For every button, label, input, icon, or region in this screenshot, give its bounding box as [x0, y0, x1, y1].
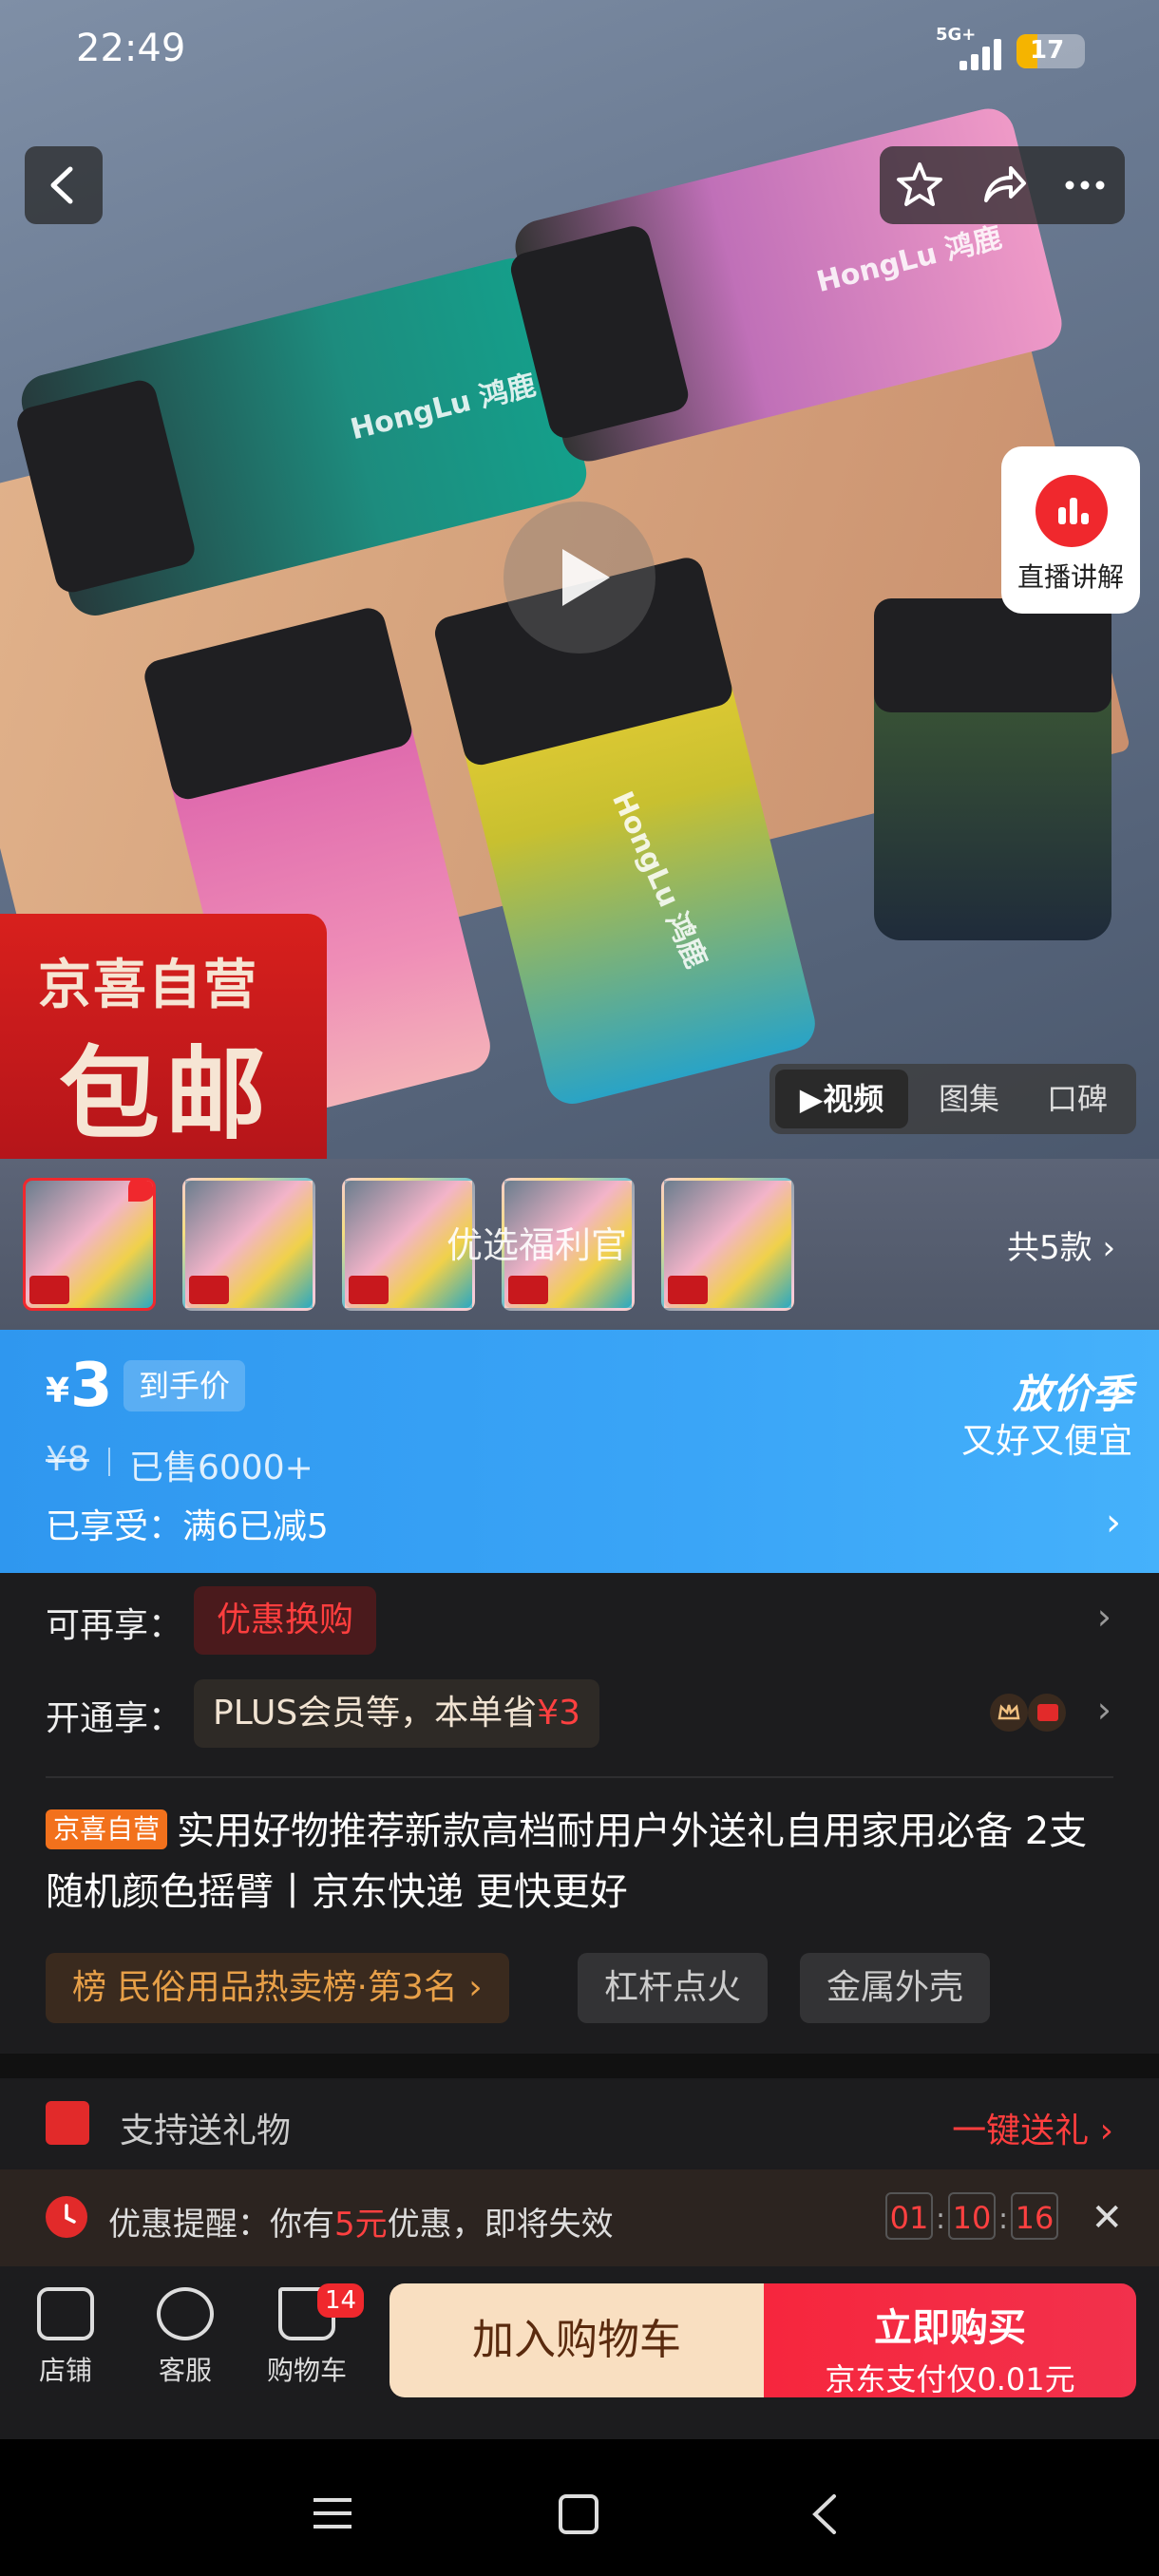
feature-chip[interactable]: 金属外壳 — [800, 1953, 991, 2023]
share-icon[interactable] — [975, 157, 1032, 214]
variant-strip: 优选福利官 共5款 › — [0, 1159, 1159, 1330]
season-subtitle: 又好又便宜 — [960, 1422, 1132, 1461]
chevron-right-icon: › — [1092, 1229, 1116, 1267]
plus-card-icons — [988, 1689, 1074, 1736]
sold-count: 已售6000+ — [129, 1449, 314, 1487]
gift-icon — [46, 2101, 89, 2145]
chevron-right-icon[interactable]: › — [1097, 1689, 1112, 1731]
signal-icon — [960, 38, 1007, 70]
status-time: 22:49 — [76, 27, 186, 70]
store-button[interactable]: 店铺 — [13, 2287, 118, 2388]
buy-now-button[interactable]: 立即购买 京东支付仅0.01元 — [764, 2283, 1136, 2397]
currency-symbol: ¥ — [46, 1372, 70, 1411]
chevron-left-icon — [50, 166, 73, 204]
play-video-button[interactable] — [504, 502, 656, 653]
play-icon — [562, 549, 610, 606]
live-label: 直播讲解 — [1016, 561, 1124, 593]
plus-label: 开通享： — [46, 1699, 183, 1738]
live-explain-button[interactable]: 直播讲解 — [1001, 446, 1140, 614]
variant-thumb[interactable] — [661, 1178, 794, 1311]
battery-icon: 17 — [1016, 34, 1085, 68]
gift-row[interactable]: 支持送礼物 一键送礼 › — [0, 2078, 1159, 2169]
bottom-action-bar: 店铺 客服 14 购物车 加入购物车 立即购买 京东支付仅0.01元 — [0, 2266, 1159, 2439]
chevron-right-icon: › — [1106, 1501, 1121, 1544]
promo-line1: 京喜自营 — [38, 955, 258, 1016]
product-title: 京喜自营 实用好物推荐新款高档耐用户外送礼自用家用必备 2支随机颜色摇臂丨京东快递… — [46, 1809, 1088, 1914]
close-icon[interactable]: ✕ — [1091, 2196, 1123, 2240]
service-icon — [157, 2287, 214, 2340]
feature-chip[interactable]: 杠杆点火 — [578, 1953, 769, 2023]
tab-gallery[interactable]: 图集 — [922, 1064, 1016, 1134]
star-icon[interactable] — [891, 157, 948, 214]
chevron-right-icon[interactable]: › — [1097, 1596, 1112, 1638]
live-icon — [1036, 475, 1108, 547]
variant-thumb[interactable] — [23, 1178, 156, 1311]
price-value: 3 — [70, 1351, 113, 1421]
divider — [108, 1448, 110, 1476]
promo-badge: 京喜自营 包邮 — [0, 914, 327, 1159]
lighter-dark-green — [874, 598, 1112, 940]
status-bar: 22:49 5G+ 17 — [0, 0, 1159, 104]
discount-reminder[interactable]: 优惠提醒：你有5元优惠，即将失效 01:10:16 ✕ — [0, 2169, 1159, 2266]
plus-membership-offer[interactable]: PLUS会员等，本单省¥3 — [194, 1679, 599, 1748]
clock-icon — [46, 2196, 87, 2238]
home-icon[interactable] — [557, 2492, 600, 2536]
back-nav-icon[interactable] — [806, 2492, 844, 2536]
discount-enjoyed: 已享受：满6已减5 — [46, 1507, 329, 1546]
system-nav-bar — [0, 2439, 1159, 2576]
gift-text: 支持送礼物 — [120, 2112, 292, 2150]
price-tag: 到手价 — [124, 1360, 246, 1411]
menu-icon[interactable] — [310, 2492, 355, 2534]
cart-count-badge: 14 — [317, 2283, 365, 2318]
tab-reviews[interactable]: 口碑 — [1028, 1064, 1127, 1134]
customer-service-button[interactable]: 客服 — [133, 2287, 238, 2388]
divider — [46, 1776, 1113, 1778]
reminder-text: 优惠提醒：你有5元优惠，即将失效 — [108, 2206, 614, 2244]
variant-count-link[interactable]: 共5款 › — [1007, 1222, 1115, 1268]
product-info: 可再享： 优惠换购 › 开通享： PLUS会员等，本单省¥3 › 京喜自营 实用好… — [0, 1573, 1159, 2054]
original-price: ¥8 — [46, 1440, 89, 1479]
trade-in-coupon[interactable]: 优惠换购 — [194, 1586, 377, 1655]
variant-thumb[interactable] — [182, 1178, 315, 1311]
self-operated-tag: 京喜自营 — [46, 1809, 168, 1849]
store-icon — [37, 2287, 94, 2340]
ranking-chip[interactable]: 榜 民俗用品热卖榜·第3名 › — [46, 1953, 509, 2023]
tab-video[interactable]: ▶视频 — [775, 1070, 908, 1128]
promo-line2: 包邮 — [59, 1036, 272, 1153]
countdown-timer: 01:10:16 — [885, 2192, 1058, 2240]
section-gap — [0, 2054, 1159, 2078]
product-hero-image[interactable]: HongLu 鸿鹿 HongLu 鸿鹿 HongLu 鸿鹿 22:49 5G+ … — [0, 0, 1159, 1159]
crown-card-icon — [990, 1694, 1066, 1732]
cart-button[interactable]: 14 购物车 — [255, 2283, 365, 2388]
media-tabs: ▶视频 图集 口碑 — [770, 1064, 1136, 1134]
play-small-icon: ▶ — [799, 1081, 824, 1117]
add-to-cart-button[interactable]: 加入购物车 — [390, 2283, 764, 2397]
top-actions — [880, 146, 1125, 224]
season-title: 放价季 — [1012, 1371, 1132, 1417]
back-button[interactable] — [25, 146, 103, 224]
battery-level: 17 — [1030, 36, 1065, 65]
more-icon[interactable] — [1056, 157, 1113, 214]
more-offers-label: 可再享： — [46, 1606, 183, 1645]
price-banner[interactable]: ¥ 3 到手价 ¥8 已售6000+ 已享受：满6已减5 放价季 又好又便宜 › — [0, 1330, 1159, 1573]
send-gift-link[interactable]: 一键送礼 › — [952, 2103, 1113, 2152]
variant-overlay-text: 优选福利官 — [446, 1224, 628, 1266]
